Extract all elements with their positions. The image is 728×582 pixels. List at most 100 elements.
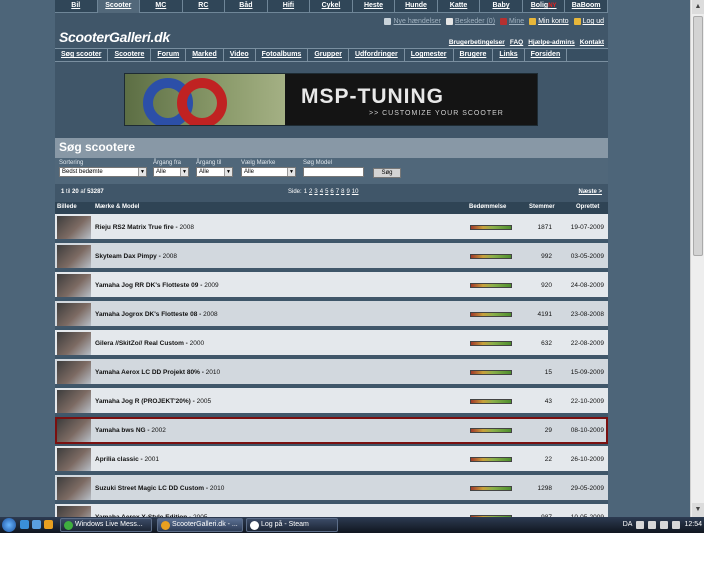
brand-select[interactable]: Alle ▼ xyxy=(241,167,296,177)
scooter-name[interactable]: Suzuki Street Magic LC DD Custom - 2010 xyxy=(95,485,224,492)
table-row[interactable]: Yamaha Jog RR DK's Flotteste 09 - 2009 92… xyxy=(55,272,608,299)
scrollbar-thumb[interactable] xyxy=(693,16,703,256)
scooter-name[interactable]: Gilera //SkitZo// Real Custom - 2000 xyxy=(95,340,204,347)
user-link[interactable]: Nye hændelser xyxy=(384,18,441,25)
secondary-link[interactable]: Brugerbetingelser xyxy=(449,39,505,46)
header-rating[interactable]: Bedømmelse xyxy=(469,204,506,210)
scooter-thumbnail[interactable] xyxy=(57,303,91,326)
nav-item[interactable]: Logmester xyxy=(405,49,454,61)
scooter-name[interactable]: Aprilia classic - 2001 xyxy=(95,456,159,463)
scooter-name[interactable]: Yamaha Jogrox DK's Flotteste 08 - 2008 xyxy=(95,311,218,318)
nav-item[interactable]: Fotoalbums xyxy=(256,49,309,61)
tab-baboom[interactable]: BaBoom xyxy=(565,0,608,13)
tab-mc[interactable]: MC xyxy=(140,0,183,13)
ie-icon[interactable] xyxy=(32,520,41,529)
tab-hifi[interactable]: Hifi xyxy=(267,0,311,13)
scooter-name[interactable]: Rieju RS2 Matrix True fire - 2008 xyxy=(95,224,194,231)
tab-katte[interactable]: Katte xyxy=(437,0,481,13)
language-indicator[interactable]: DA xyxy=(623,518,633,532)
table-row[interactable]: Suzuki Street Magic LC DD Custom - 2010 1… xyxy=(55,475,608,502)
table-row[interactable]: Gilera //SkitZo// Real Custom - 2000 632 2… xyxy=(55,330,608,357)
scooter-name[interactable]: Yamaha Aerox LC DD Projekt 80% - 2010 xyxy=(95,369,220,376)
nav-item[interactable]: Grupper xyxy=(308,49,349,61)
secondary-link[interactable]: Hjælpe-admins xyxy=(528,39,575,46)
scooter-name[interactable]: Yamaha Jog R (PROJEKT'20%) - 2005 xyxy=(95,398,211,405)
page-link[interactable]: 7 xyxy=(336,189,339,195)
nav-item[interactable]: Forsiden xyxy=(525,49,568,61)
table-row[interactable]: Yamaha bws NG - 2002 29 08-10-2009 xyxy=(55,417,608,444)
header-created[interactable]: Oprettet xyxy=(576,204,599,210)
user-link[interactable]: Mine xyxy=(500,18,524,25)
search-button[interactable]: Søg xyxy=(373,168,401,178)
table-row[interactable]: Yamaha Jogrox DK's Flotteste 08 - 2008 41… xyxy=(55,301,608,328)
scooter-thumbnail[interactable] xyxy=(57,390,91,413)
page-link[interactable]: 4 xyxy=(320,189,323,195)
next-page-link[interactable]: Næste > xyxy=(578,189,602,195)
tab-baby[interactable]: Baby xyxy=(480,0,523,13)
scooter-name[interactable]: Yamaha bws NG - 2002 xyxy=(95,427,166,434)
tab-bil[interactable]: Bil xyxy=(55,0,98,13)
folder-icon[interactable] xyxy=(44,520,53,529)
scooter-thumbnail[interactable] xyxy=(57,245,91,268)
vertical-scrollbar[interactable]: ▲ ▼ xyxy=(690,0,704,517)
page-link[interactable]: 10 xyxy=(352,189,359,195)
scooter-thumbnail[interactable] xyxy=(57,361,91,384)
scroll-up-icon[interactable]: ▲ xyxy=(692,0,704,14)
user-link[interactable]: Log ud xyxy=(573,18,604,25)
taskbar-button[interactable]: Log på - Steam xyxy=(246,518,338,532)
tab-bolig[interactable]: BoligNY xyxy=(522,0,566,13)
nav-item[interactable]: Links xyxy=(493,49,525,61)
scooter-thumbnail[interactable] xyxy=(57,477,91,500)
table-row[interactable]: Yamaha Aerox LC DD Projekt 80% - 2010 15 1… xyxy=(55,359,608,386)
tab-heste[interactable]: Heste xyxy=(352,0,396,13)
table-row[interactable]: Rieju RS2 Matrix True fire - 2008 1871 19-… xyxy=(55,214,608,241)
clock[interactable]: 12:54 xyxy=(684,518,702,532)
user-link[interactable]: Beskeder (0) xyxy=(445,18,495,25)
start-button[interactable] xyxy=(2,518,16,532)
page-link[interactable]: 9 xyxy=(346,189,349,195)
year-to-select[interactable]: Alle ▼ xyxy=(196,167,233,177)
nav-item[interactable]: Brugere xyxy=(454,49,494,61)
nav-item[interactable]: Udfordringer xyxy=(349,49,405,61)
year-from-select[interactable]: Alle ▼ xyxy=(153,167,189,177)
tab-scooter[interactable]: Scooter xyxy=(97,0,141,13)
table-row[interactable]: Yamaha Aerox X-Style Edition - 200598710… xyxy=(55,504,608,517)
tray-icon[interactable] xyxy=(648,521,657,529)
header-name[interactable]: Mærke & Model xyxy=(95,204,139,210)
tray-icon[interactable] xyxy=(660,521,669,529)
scooter-thumbnail[interactable] xyxy=(57,419,91,442)
taskbar-button[interactable]: Windows Live Mess... xyxy=(60,518,152,532)
scooter-thumbnail[interactable] xyxy=(57,448,91,471)
volume-icon[interactable] xyxy=(672,521,681,529)
site-logo[interactable]: ScooterGalleri.dk xyxy=(59,29,170,45)
tab-båd[interactable]: Båd xyxy=(225,0,268,13)
header-votes[interactable]: Stemmer xyxy=(529,204,555,210)
nav-item[interactable]: Video xyxy=(224,49,256,61)
model-search-input[interactable] xyxy=(303,167,364,177)
scooter-thumbnail[interactable] xyxy=(57,506,91,517)
show-desktop-icon[interactable] xyxy=(20,520,29,529)
page-link[interactable]: 2 xyxy=(309,189,312,195)
secondary-link[interactable]: Kontakt xyxy=(580,39,604,46)
tab-rc[interactable]: RC xyxy=(182,0,226,13)
page-link[interactable]: 6 xyxy=(330,189,333,195)
scooter-thumbnail[interactable] xyxy=(57,332,91,355)
page-link[interactable]: 3 xyxy=(314,189,317,195)
scooter-thumbnail[interactable] xyxy=(57,216,91,239)
table-row[interactable]: Yamaha Jog R (PROJEKT'20%) - 2005 43 22-10… xyxy=(55,388,608,415)
advertisement-banner[interactable]: MSP-TUNING >> CUSTOMIZE YOUR SCOOTER xyxy=(124,73,538,126)
secondary-link[interactable]: FAQ xyxy=(510,39,523,46)
tab-cykel[interactable]: Cykel xyxy=(310,0,353,13)
scooter-name[interactable]: Skyteam Dax Pimpy - 2008 xyxy=(95,253,177,260)
nav-item[interactable]: Marked xyxy=(186,49,224,61)
table-row[interactable]: Aprilia classic - 2001 22 26-10-2009 xyxy=(55,446,608,473)
nav-item[interactable]: Forum xyxy=(151,49,187,61)
scooter-thumbnail[interactable] xyxy=(57,274,91,297)
page-link[interactable]: 5 xyxy=(325,189,328,195)
table-row[interactable]: Skyteam Dax Pimpy - 2008 992 03-05-2009 xyxy=(55,243,608,270)
scooter-name[interactable]: Yamaha Jog RR DK's Flotteste 09 - 2009 xyxy=(95,282,219,289)
taskbar-button[interactable]: ScooterGalleri.dk - ... xyxy=(157,518,243,532)
tray-icon[interactable] xyxy=(636,521,645,529)
page-link[interactable]: 8 xyxy=(341,189,344,195)
nav-item[interactable]: Scootere xyxy=(108,49,152,61)
